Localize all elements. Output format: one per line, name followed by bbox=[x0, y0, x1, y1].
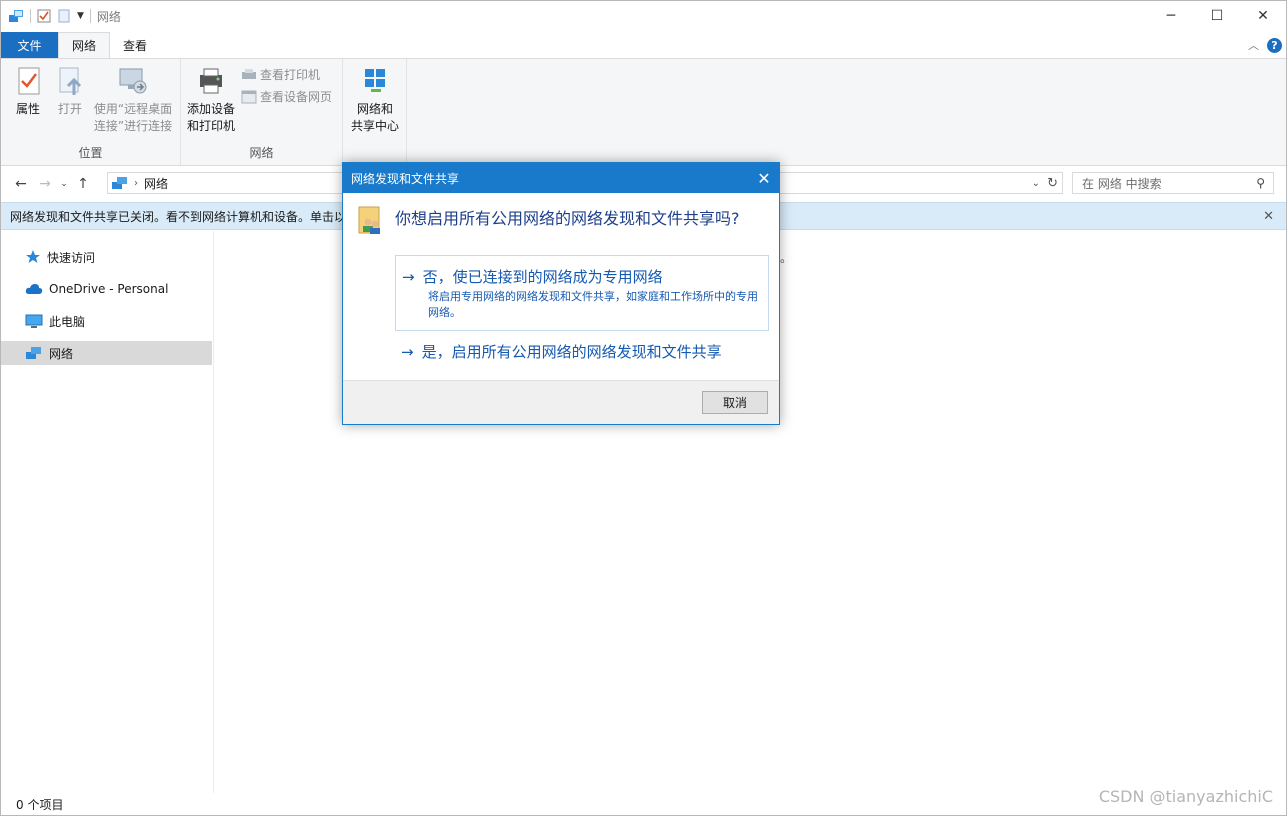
view-printers-label: 查看打印机 bbox=[260, 68, 321, 82]
network-app-icon bbox=[9, 10, 23, 22]
network-sharing-center-button[interactable]: 网络和 共享中心 bbox=[347, 65, 403, 135]
properties-label: 属性 bbox=[15, 102, 40, 116]
make-private-option[interactable]: → 否，使已连接到的网络成为专用网络 将启用专用网络的网络发现和文件共享，如家庭… bbox=[395, 255, 769, 331]
dialog-close-icon[interactable]: ✕ bbox=[749, 163, 779, 193]
breadcrumb-chevron-icon[interactable]: › bbox=[134, 178, 138, 189]
tab-network[interactable]: 网络 bbox=[58, 32, 111, 58]
window-title: 网络 bbox=[96, 9, 121, 24]
network-discovery-dialog: 网络发现和文件共享 ✕ 你想启用所有公用网络的网络发现和文件共享吗? → 否，使… bbox=[342, 162, 780, 425]
make-private-description: 将启用专用网络的网络发现和文件共享，如家庭和工作场所中的专用网络。 bbox=[428, 290, 758, 319]
help-icon[interactable]: ? bbox=[1267, 37, 1282, 53]
dialog-question: 你想启用所有公用网络的网络发现和文件共享吗? bbox=[395, 209, 740, 228]
new-folder-qa-icon[interactable] bbox=[57, 9, 71, 23]
tab-file[interactable]: 文件 bbox=[1, 32, 58, 58]
minimize-icon[interactable]: ─ bbox=[1148, 1, 1194, 31]
arrow-right-icon: → bbox=[402, 267, 415, 286]
ribbon: 属性 打开 使用“远程桌面 连接”进行连接 位置 添加设备 和打印机 查看打印机… bbox=[1, 58, 1286, 166]
collapse-ribbon-icon[interactable]: ︿ bbox=[1248, 37, 1259, 53]
dialog-title-bar: 网络发现和文件共享 bbox=[343, 163, 779, 193]
group-location: 属性 打开 使用“远程桌面 连接”进行连接 位置 bbox=[1, 59, 181, 165]
open-icon bbox=[59, 67, 82, 95]
view-device-page-label: 查看设备网页 bbox=[260, 90, 333, 104]
up-arrow-icon[interactable]: ↑ bbox=[71, 176, 95, 192]
dialog-title: 网络发现和文件共享 bbox=[351, 171, 460, 186]
qa-dropdown-icon[interactable]: ▼ bbox=[77, 11, 84, 21]
enable-public-option[interactable]: → 是，启用所有公用网络的网络发现和文件共享 bbox=[395, 341, 769, 373]
network-users-icon bbox=[358, 206, 380, 234]
add-device-label-1: 添加设备 bbox=[186, 102, 235, 116]
ribbon-tabs: 文件 网络 查看 bbox=[1, 32, 1286, 58]
nav-item-label: 此电脑 bbox=[49, 314, 86, 329]
address-network-icon bbox=[112, 177, 127, 189]
view-printers-icon bbox=[242, 68, 256, 79]
remote-desktop-icon bbox=[119, 68, 147, 94]
status-bar: 0 个项目 bbox=[1, 793, 1286, 815]
pin-star-icon bbox=[26, 250, 40, 263]
remote-desktop-label-2: 连接”进行连接 bbox=[93, 119, 173, 133]
view-printers-button[interactable]: 查看打印机 bbox=[241, 66, 320, 83]
sharing-center-label-2: 共享中心 bbox=[350, 119, 399, 133]
network-icon bbox=[26, 347, 41, 359]
remote-desktop-button[interactable]: 使用“远程桌面 连接”进行连接 bbox=[92, 65, 174, 135]
address-dropdown-icon[interactable]: ⌄ bbox=[1032, 178, 1040, 189]
sharing-center-label-1: 网络和 bbox=[356, 102, 393, 116]
view-device-page-button[interactable]: 查看设备网页 bbox=[241, 88, 332, 105]
quick-access-toolbar: ▼ bbox=[1, 8, 91, 24]
forward-arrow-icon[interactable]: → bbox=[33, 176, 57, 192]
nav-item-quick-access[interactable]: 快速访问 bbox=[1, 245, 212, 269]
printer-icon bbox=[200, 68, 222, 94]
tab-view[interactable]: 查看 bbox=[110, 32, 160, 58]
address-path: 网络 bbox=[144, 176, 169, 191]
enable-public-label: 是，启用所有公用网络的网络发现和文件共享 bbox=[421, 343, 722, 361]
maximize-icon[interactable]: ☐ bbox=[1194, 1, 1240, 31]
refresh-icon[interactable]: ↻ bbox=[1047, 176, 1058, 191]
open-label: 打开 bbox=[57, 102, 82, 116]
monitor-icon bbox=[25, 314, 43, 328]
make-private-label: 否，使已连接到的网络成为专用网络 bbox=[422, 268, 663, 286]
search-input[interactable]: 在 网络 中搜索 ⚲ bbox=[1072, 172, 1274, 194]
nav-item-onedrive[interactable]: OneDrive - Personal bbox=[1, 277, 212, 301]
back-arrow-icon[interactable]: ← bbox=[9, 176, 33, 192]
ribbon-right-controls: ︿ ? bbox=[1248, 32, 1282, 58]
dialog-footer: 取消 bbox=[343, 380, 779, 424]
add-device-label-2: 和打印机 bbox=[186, 119, 235, 133]
properties-icon bbox=[18, 67, 40, 95]
group-network: 添加设备 和打印机 查看打印机 查看设备网页 网络 bbox=[181, 59, 343, 165]
properties-button[interactable]: 属性 bbox=[11, 65, 45, 118]
open-button[interactable]: 打开 bbox=[55, 65, 85, 118]
nav-item-label: 快速访问 bbox=[47, 250, 96, 265]
watermark: CSDN @tianyazhichiC bbox=[1098, 787, 1273, 806]
search-placeholder: 在 网络 中搜索 bbox=[1082, 176, 1162, 191]
network-sharing-center-icon bbox=[365, 69, 385, 92]
nav-item-label: OneDrive - Personal bbox=[49, 282, 169, 296]
item-count: 0 个项目 bbox=[16, 797, 64, 812]
add-device-button[interactable]: 添加设备 和打印机 bbox=[185, 65, 237, 135]
title-bar: ▼ 网络 ─ ☐ ✕ bbox=[1, 1, 1286, 31]
content-text-fragment: 。 bbox=[780, 251, 793, 265]
arrow-right-icon: → bbox=[401, 342, 414, 361]
nav-item-this-pc[interactable]: 此电脑 bbox=[1, 309, 212, 333]
cancel-button[interactable]: 取消 bbox=[702, 391, 768, 414]
remote-desktop-label-1: 使用“远程桌面 bbox=[93, 102, 173, 116]
navigation-pane: 快速访问 OneDrive - Personal 此电脑 网络 bbox=[1, 231, 214, 793]
group-network-label: 网络 bbox=[249, 146, 274, 160]
view-device-page-icon bbox=[241, 90, 257, 103]
cloud-icon bbox=[25, 284, 43, 294]
properties-qa-icon[interactable] bbox=[37, 9, 51, 23]
window-controls: ─ ☐ ✕ bbox=[1148, 1, 1286, 31]
infobar-text: 网络发现和文件共享已关闭。看不到网络计算机和设备。单击以 bbox=[10, 209, 347, 224]
group-sharing-center: 网络和 共享中心 bbox=[343, 59, 407, 165]
nav-item-network[interactable]: 网络 bbox=[1, 341, 212, 365]
close-icon[interactable]: ✕ bbox=[1240, 1, 1286, 31]
search-icon[interactable]: ⚲ bbox=[1256, 176, 1265, 190]
recent-locations-icon[interactable]: ⌄ bbox=[57, 179, 71, 189]
group-location-label: 位置 bbox=[78, 146, 103, 160]
infobar-close-icon[interactable]: ✕ bbox=[1263, 209, 1274, 224]
nav-item-label: 网络 bbox=[49, 346, 74, 361]
dialog-body: 你想启用所有公用网络的网络发现和文件共享吗? → 否，使已连接到的网络成为专用网… bbox=[343, 193, 779, 382]
